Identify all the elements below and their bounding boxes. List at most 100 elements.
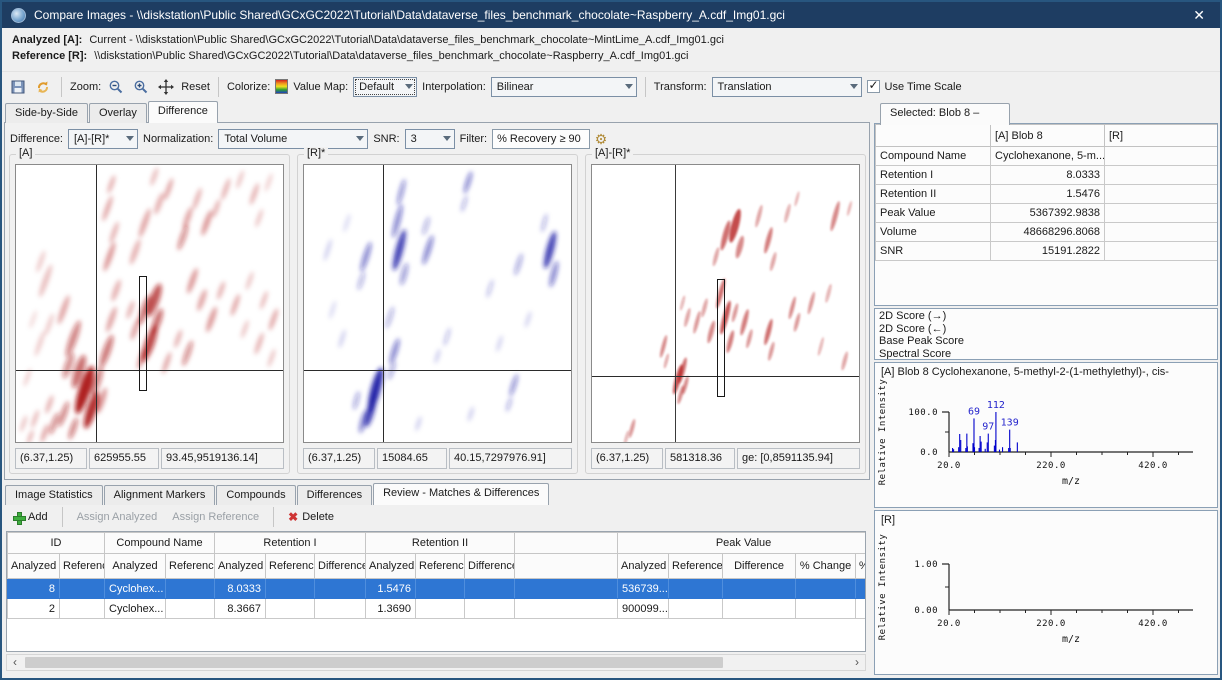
svg-text:420.0: 420.0 — [1138, 461, 1168, 471]
crosshair-vertical — [675, 165, 676, 442]
filter-dropdown-button[interactable]: % Recovery ≥ 90 — [492, 129, 590, 149]
checkmark-icon: ✓ — [869, 78, 879, 92]
status-cell: 581318.36 — [665, 448, 735, 469]
interpolation-value: Bilinear — [497, 81, 534, 93]
matches-cell — [166, 599, 215, 619]
score-row: Spectral Score — [879, 348, 1213, 361]
transform-label: Transform: — [654, 81, 707, 93]
review-action-bar: Add Assign Analyzed Assign Reference ✖ D… — [4, 505, 870, 529]
tab-overlay[interactable]: Overlay — [89, 103, 147, 123]
file-info-bar: Analyzed [A]: Current - \\diskstation\Pu… — [2, 28, 1220, 72]
horizontal-scrollbar[interactable]: ‹ › — [6, 654, 866, 671]
scrollbar-thumb[interactable] — [25, 657, 723, 668]
blob-table-row[interactable]: Volume48668296.8068 — [876, 223, 1219, 242]
plus-icon — [13, 512, 24, 523]
blob-table-row[interactable]: SNR15191.2822 — [876, 242, 1219, 261]
blob-table-header-cell: [R] — [1105, 125, 1219, 147]
assign-analyzed-button[interactable]: Assign Analyzed — [73, 509, 162, 525]
tab-differences[interactable]: Differences — [297, 485, 372, 505]
blob-table-row[interactable]: Retention II1.5476 — [876, 185, 1219, 204]
colormap-icon[interactable] — [275, 79, 288, 94]
matches-subheader-row: AnalyzedReferenceAnalyzedReferenceAnalyz… — [8, 554, 867, 579]
interpolation-select[interactable]: Bilinear — [491, 77, 637, 97]
reference-file-line: Reference [R]: \\diskstation\Public Shar… — [12, 48, 1210, 64]
blob-reference-value — [1105, 147, 1219, 166]
normalization-label: Normalization: — [143, 133, 213, 145]
svg-text:220.0: 220.0 — [1036, 619, 1066, 629]
difference-label: Difference: — [10, 133, 63, 145]
gear-icon[interactable]: ⚙ — [595, 132, 608, 146]
close-icon[interactable]: ✕ — [1187, 7, 1211, 24]
save-button[interactable] — [8, 77, 28, 97]
tab-compounds[interactable]: Compounds — [216, 485, 295, 505]
chevron-down-icon — [443, 136, 451, 141]
zoom-in-icon[interactable] — [131, 77, 151, 97]
matches-cell — [465, 599, 515, 619]
difference-value: [A]-[R]* — [74, 133, 109, 145]
view-tabs: Side-by-SideOverlayDifference — [5, 101, 219, 123]
delete-button[interactable]: ✖ Delete — [284, 508, 338, 526]
panel-difference: [A]-[R]* (6.37,1.25)581318.36ge: [0,8591… — [585, 154, 866, 474]
selection-rectangle[interactable] — [717, 279, 725, 397]
table-row[interactable]: 8Cyclohex...8.03331.5476536739... — [8, 579, 867, 599]
difference-select[interactable]: [A]-[R]* — [68, 129, 138, 149]
main-toolbar: Zoom: Reset Colorize: Value Map: Default… — [2, 72, 1220, 101]
titlebar[interactable]: Compare Images - \\diskstation\Public Sh… — [2, 2, 1220, 28]
value-map-label: Value Map: — [293, 81, 348, 93]
matches-cell — [416, 599, 465, 619]
zoom-out-icon[interactable] — [106, 77, 126, 97]
svg-text:420.0: 420.0 — [1138, 619, 1168, 629]
score-row: 2D Score (→) — [879, 310, 1213, 323]
tab-image-statistics[interactable]: Image Statistics — [5, 485, 103, 505]
scroll-left-icon[interactable]: ‹ — [7, 655, 23, 670]
toolbar-separator — [218, 77, 219, 97]
panel-analyzed-title: [A] — [16, 147, 35, 159]
matches-column-header: % — [856, 554, 866, 579]
reference-label: Reference [R]: — [12, 50, 87, 62]
normalization-select[interactable]: Total Volume — [218, 129, 368, 149]
tab-difference[interactable]: Difference — [148, 101, 218, 123]
spectrum-analyzed-box: [A] Blob 8 Cyclohexanone, 5-methyl-2-(1-… — [874, 362, 1218, 508]
selection-rectangle[interactable] — [139, 276, 147, 391]
chromatogram-difference[interactable] — [591, 164, 860, 443]
blob-analyzed-value: Cyclohexanone, 5-m... — [991, 147, 1105, 166]
status-cell: ge: [0,8591135.94] — [737, 448, 860, 469]
analyzed-label: Analyzed [A]: — [12, 34, 82, 46]
use-time-scale-checkbox[interactable]: ✓ — [867, 80, 880, 93]
blob-analyzed-value: 15191.2822 — [991, 242, 1105, 261]
blob-table-row[interactable]: Peak Value5367392.9838 — [876, 204, 1219, 223]
add-button[interactable]: Add — [9, 509, 52, 525]
difference-tab-page: Difference: [A]-[R]* Normalization: Tota… — [4, 122, 870, 480]
panel-difference-title: [A]-[R]* — [592, 147, 633, 159]
pan-icon[interactable] — [156, 77, 176, 97]
chromatogram-analyzed[interactable] — [15, 164, 284, 443]
blob-table-row[interactable]: Retention I8.0333 — [876, 166, 1219, 185]
reset-button[interactable]: Reset — [181, 81, 210, 93]
table-row[interactable]: 2Cyclohex...8.36671.3690900099... — [8, 599, 867, 619]
snr-select[interactable]: 3 — [405, 129, 455, 149]
value-map-select[interactable]: Default — [353, 77, 417, 97]
filter-value: % Recovery ≥ 90 — [497, 133, 581, 145]
matches-column-header: Reference — [60, 554, 105, 579]
chromatogram-reference[interactable] — [303, 164, 572, 443]
status-cell: 15084.65 — [377, 448, 447, 469]
difference-controls: Difference: [A]-[R]* Normalization: Tota… — [5, 123, 869, 150]
matches-cell: 900099... — [618, 599, 669, 619]
chevron-down-icon — [850, 84, 858, 89]
matches-cell: Cyclohex... — [105, 599, 166, 619]
scroll-right-icon[interactable]: › — [849, 655, 865, 670]
matches-column-header: Difference — [315, 554, 366, 579]
matches-column-header: Analyzed — [215, 554, 266, 579]
tab-review-matches-differences[interactable]: Review - Matches & Differences — [373, 483, 549, 505]
transform-value: Translation — [718, 81, 772, 93]
transform-select[interactable]: Translation — [712, 77, 862, 97]
assign-reference-button[interactable]: Assign Reference — [168, 509, 263, 525]
refresh-icon[interactable] — [33, 77, 53, 97]
blob-table-row[interactable]: Compound NameCyclohexanone, 5-m... — [876, 147, 1219, 166]
selected-blob-panel: [A] Blob 8[R]Compound NameCyclohexanone,… — [872, 101, 1222, 678]
tab-alignment-markers[interactable]: Alignment Markers — [104, 485, 216, 505]
tab-side-by-side[interactable]: Side-by-Side — [5, 103, 88, 123]
tab-selected-blob[interactable]: Selected: Blob 8 – — [880, 103, 1010, 125]
blob-reference-value — [1105, 204, 1219, 223]
matches-cell — [60, 579, 105, 599]
